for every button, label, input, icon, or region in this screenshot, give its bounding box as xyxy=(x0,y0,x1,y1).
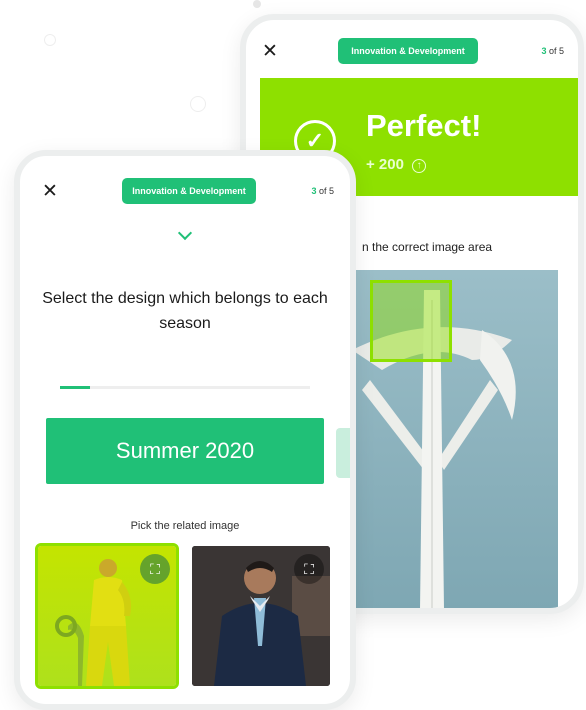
yellow-outfit-photo[interactable]: ⛶ xyxy=(35,543,179,689)
points-value: + 200 xyxy=(366,156,404,173)
step-current: 3 xyxy=(311,186,317,196)
target-selection-box[interactable] xyxy=(370,280,452,362)
step-counter: 3 of 5 xyxy=(541,46,564,56)
decor-ring xyxy=(44,34,56,46)
step-current: 3 xyxy=(541,46,547,56)
question-phone-screen: ✕ Innovation & Development 3 of 5 Select… xyxy=(14,150,356,710)
step-counter: 3 of 5 xyxy=(311,186,334,196)
expand-icon[interactable]: ⛶ xyxy=(294,554,324,584)
chevron-down-icon[interactable] xyxy=(177,225,193,241)
points-earned: + 200 ↑ xyxy=(366,156,427,173)
expand-icon[interactable]: ⛶ xyxy=(140,554,170,584)
question-text: Select the design which belongs to each … xyxy=(42,290,328,332)
progress-bar xyxy=(60,386,310,389)
category-badge: Innovation & Development xyxy=(122,178,256,204)
progress-bar-fill xyxy=(60,386,90,389)
next-answer-card-peek[interactable] xyxy=(336,428,350,478)
pick-image-label: Pick the related image xyxy=(130,520,240,532)
step-total: of 5 xyxy=(548,46,564,56)
close-icon[interactable]: ✕ xyxy=(42,182,58,201)
question-top-bar: ✕ Innovation & Development 3 of 5 xyxy=(20,156,350,204)
step-total: of 5 xyxy=(318,186,334,196)
arrow-up-circle-icon: ↑ xyxy=(412,159,427,173)
decor-dot xyxy=(253,0,261,8)
category-badge: Innovation & Development xyxy=(338,38,478,64)
season-answer-card[interactable]: Summer 2020 xyxy=(46,418,324,484)
decor-ring xyxy=(190,96,206,112)
close-icon[interactable]: ✕ xyxy=(262,42,278,61)
result-top-bar: ✕ Innovation & Development 3 of 5 xyxy=(246,20,578,64)
result-title: Perfect! xyxy=(366,108,482,143)
instruction-text: n the correct image area xyxy=(362,240,493,254)
suit-man-photo[interactable]: ⛶ xyxy=(192,546,330,686)
